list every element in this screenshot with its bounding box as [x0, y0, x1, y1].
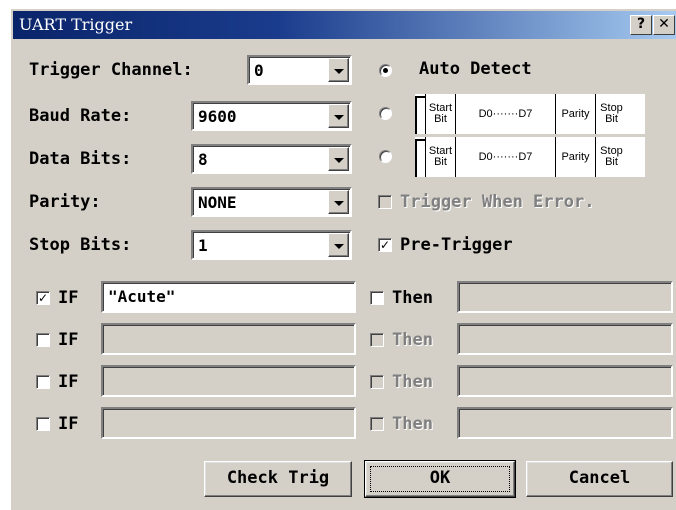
then-checkbox-2[interactable] — [370, 333, 384, 347]
parity-label: Parity: — [29, 192, 101, 212]
if-checkbox-4[interactable] — [36, 417, 50, 431]
then-checkbox-3[interactable] — [370, 375, 384, 389]
data-bits-cell: D0·······D7 — [455, 137, 555, 177]
chevron-down-icon[interactable] — [328, 147, 349, 171]
parity-cell: Parity — [555, 137, 595, 177]
then-label-2: Then — [392, 330, 433, 350]
stop-bits-value: 1 — [198, 236, 208, 255]
stop-bit-cell: Stop Bit — [595, 137, 627, 177]
data-bits-cell: D0·······D7 — [455, 94, 555, 134]
start-bit-cell: Start Bit — [425, 94, 455, 134]
window-title: UART Trigger — [19, 15, 133, 34]
stop-bits-label: Stop Bits: — [29, 235, 132, 255]
trigger-channel-value: 0 — [254, 61, 264, 80]
close-button[interactable]: ✕ — [653, 15, 675, 35]
then-label-3: Then — [392, 372, 433, 392]
stop-bit-bottom: Bit — [605, 113, 618, 125]
chevron-down-icon[interactable] — [328, 233, 349, 257]
if-input-4[interactable] — [101, 407, 356, 439]
baud-rate-label: Baud Rate: — [29, 106, 132, 126]
parity-select[interactable]: NONE — [191, 187, 352, 217]
start-bit-bottom: Bit — [434, 113, 447, 125]
then-input-1[interactable] — [457, 281, 673, 313]
if-checkbox-3[interactable] — [36, 375, 50, 389]
then-label-4: Then — [392, 414, 433, 434]
start-edge-mark — [415, 139, 425, 177]
ok-button[interactable]: OK — [364, 460, 516, 498]
start-bit-cell: Start Bit — [425, 137, 455, 177]
auto-detect-radio[interactable] — [379, 64, 392, 77]
start-edge-mark — [415, 96, 425, 134]
check-trig-button[interactable]: Check Trig — [204, 461, 352, 497]
baud-rate-value: 9600 — [198, 107, 237, 126]
if-label-2: IF — [58, 330, 79, 350]
if-label-3: IF — [58, 372, 79, 392]
if-input-1[interactable]: "Acute" — [101, 281, 356, 313]
stop-bit-cell: Stop Bit — [595, 94, 627, 134]
then-input-2[interactable] — [457, 323, 673, 355]
then-checkbox-1[interactable] — [370, 291, 384, 305]
frame-format-2-radio[interactable] — [379, 150, 392, 163]
parity-value: NONE — [198, 193, 237, 212]
then-input-3[interactable] — [457, 365, 673, 397]
stop-bit-bottom: Bit — [605, 156, 618, 168]
then-checkbox-4[interactable] — [370, 417, 384, 431]
if-checkbox-2[interactable] — [36, 333, 50, 347]
if-input-2[interactable] — [101, 323, 356, 355]
chevron-down-icon[interactable] — [328, 58, 349, 82]
frame-format-2-diagram: Start Bit D0·······D7 Parity Stop Bit — [415, 137, 645, 177]
then-label-1: Then — [392, 288, 433, 308]
frame-format-1-radio[interactable] — [379, 107, 392, 120]
data-bits-label: Data Bits: — [29, 149, 132, 169]
frame-format-1-diagram: Start Bit D0·······D7 Parity Stop Bit — [415, 94, 645, 134]
then-input-4[interactable] — [457, 407, 673, 439]
trigger-channel-select[interactable]: 0 — [247, 55, 352, 85]
start-bit-bottom: Bit — [434, 156, 447, 168]
baud-rate-select[interactable]: 9600 — [191, 101, 352, 131]
uart-trigger-dialog: UART Trigger ? ✕ Trigger Channel: 0 Baud… — [10, 8, 676, 510]
chevron-down-icon[interactable] — [328, 104, 349, 128]
trigger-channel-label: Trigger Channel: — [29, 60, 193, 80]
cancel-button[interactable]: Cancel — [526, 461, 673, 497]
title-bar: UART Trigger ? ✕ — [13, 11, 676, 39]
pre-trigger-label: Pre-Trigger — [400, 235, 513, 255]
auto-detect-label: Auto Detect — [419, 59, 532, 79]
if-checkbox-1[interactable]: ✓ — [36, 291, 50, 305]
stop-bits-select[interactable]: 1 — [191, 230, 352, 260]
if-label-4: IF — [58, 414, 79, 434]
parity-cell: Parity — [555, 94, 595, 134]
data-bits-select[interactable]: 8 — [191, 144, 352, 174]
if-label-1: IF — [58, 288, 79, 308]
trigger-when-error-checkbox[interactable] — [378, 195, 392, 209]
pre-trigger-checkbox[interactable]: ✓ — [378, 238, 392, 252]
if-input-3[interactable] — [101, 365, 356, 397]
help-button[interactable]: ? — [630, 15, 652, 35]
chevron-down-icon[interactable] — [328, 190, 349, 214]
trigger-when-error-label: Trigger When Error. — [400, 192, 595, 212]
focus-rect — [370, 466, 510, 492]
data-bits-value: 8 — [198, 150, 208, 169]
